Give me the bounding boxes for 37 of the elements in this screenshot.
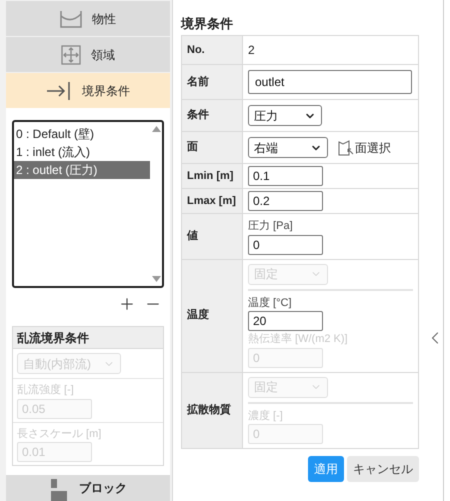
row-label: 温度 [182, 260, 243, 372]
list-item[interactable]: 0 : Default (壁) [14, 125, 150, 143]
face-select[interactable]: 右端 [248, 137, 328, 158]
list-item[interactable]: 1 : inlet (流入) [14, 143, 150, 161]
row-label: 面 [182, 132, 243, 163]
input-field[interactable]: outlet [248, 70, 412, 94]
sidebar-tab[interactable]: ブロック [6, 475, 170, 501]
row-label: No. [182, 36, 243, 64]
face-select-button[interactable]: 面選択 [338, 138, 391, 156]
condition-select[interactable]: 圧力 [248, 105, 322, 126]
row-label: Lmin [m] [182, 164, 243, 188]
move-arrows-icon [61, 44, 81, 64]
sidebar-tab[interactable]: 物性 [6, 1, 170, 36]
row-label: Lmax [m] [182, 189, 243, 213]
table-header: 乱流境界条件 [13, 327, 163, 349]
field-label: 圧力 [Pa] [248, 219, 294, 234]
sidebar-tab[interactable]: 領域 [6, 37, 170, 72]
row-label: 条件 [182, 100, 243, 131]
cancel-button[interactable]: キャンセル [347, 456, 419, 482]
row-label: 値 [182, 214, 243, 258]
scroll-down-icon[interactable] [152, 276, 160, 282]
field-label: 温度 [°C] [248, 296, 293, 310]
row-label: 名前 [182, 65, 243, 99]
input-field[interactable]: 0.1 [248, 166, 323, 186]
block-icon [49, 479, 69, 501]
cursor-flag-icon [338, 140, 354, 156]
arrow-to-line-icon [46, 80, 72, 100]
list-item[interactable]: 2 : outlet (圧力) [14, 161, 150, 179]
cell-value: 2 [248, 42, 255, 59]
sidebar-tab[interactable]: 境界条件 [6, 73, 170, 108]
input-field[interactable]: 0.2 [248, 191, 323, 211]
input-field[interactable]: 0 [248, 234, 323, 254]
panel-title: 境界条件 [181, 15, 234, 33]
curve-icon [60, 10, 82, 28]
row-label: 拡散物質 [182, 372, 243, 448]
input-field[interactable]: 20 [248, 311, 323, 331]
scroll-up-icon[interactable] [152, 126, 160, 132]
